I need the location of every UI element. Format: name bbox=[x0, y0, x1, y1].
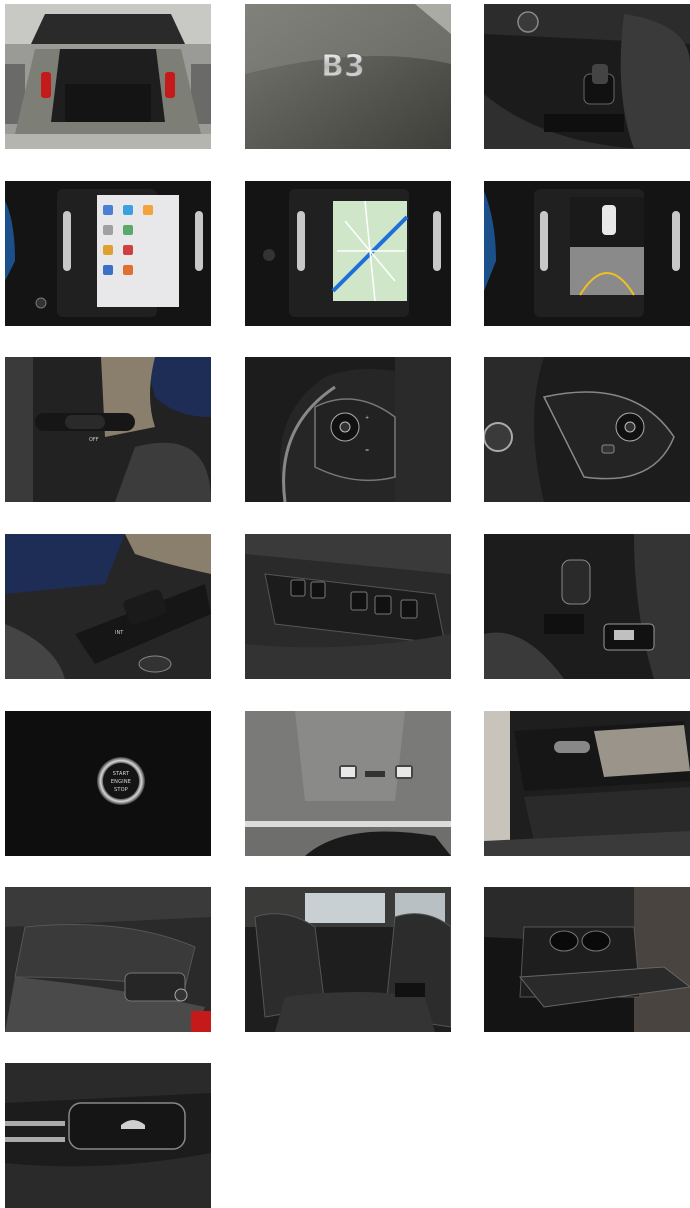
photo-wiper-stalk[interactable]: INT bbox=[5, 534, 211, 679]
photo-steering-wheel-left-controls[interactable]: + = bbox=[245, 357, 451, 502]
photo-b3-badge[interactable]: B3 bbox=[245, 4, 451, 149]
engine-button-line3: STOP bbox=[114, 787, 128, 793]
photo-tailgate-button[interactable] bbox=[5, 1063, 211, 1208]
photo-front-seat-controls[interactable] bbox=[5, 887, 211, 1032]
photo-infotainment-apps[interactable] bbox=[5, 181, 211, 326]
photo-start-stop-button[interactable]: START ENGINE STOP bbox=[5, 711, 211, 856]
gear-selector-console-image bbox=[484, 4, 690, 149]
photo-overhead-console[interactable] bbox=[245, 711, 451, 856]
infotainment-apps-image bbox=[5, 181, 211, 326]
photo-rear-seats[interactable] bbox=[245, 887, 451, 1032]
svg-text:+: + bbox=[365, 415, 369, 421]
open-trunk-image bbox=[5, 4, 211, 149]
front-seat-controls-image bbox=[5, 887, 211, 1032]
photo-door-panel[interactable] bbox=[484, 711, 690, 856]
steering-wheel-left-controls-image: + = bbox=[245, 357, 451, 502]
engine-button-line1: START bbox=[113, 771, 130, 777]
svg-text:=: = bbox=[365, 448, 369, 454]
photo-gear-selector-console[interactable] bbox=[484, 4, 690, 149]
rear-armrest-cupholders-image bbox=[484, 887, 690, 1032]
photo-left-stalk[interactable]: OFF bbox=[5, 357, 211, 502]
tailgate-button-image bbox=[5, 1063, 211, 1208]
b3-badge-image: B3 bbox=[245, 4, 451, 149]
photo-steering-wheel-right-controls[interactable] bbox=[484, 357, 690, 502]
rear-seats-image bbox=[245, 887, 451, 1032]
photo-gear-lever[interactable] bbox=[484, 534, 690, 679]
door-panel-image bbox=[484, 711, 690, 856]
left-stalk-image: OFF bbox=[5, 357, 211, 502]
photo-infotainment-map[interactable] bbox=[245, 181, 451, 326]
infotainment-map-image bbox=[245, 181, 451, 326]
stalk-label-left: INT bbox=[115, 630, 124, 636]
window-switches-image bbox=[245, 534, 451, 679]
photo-open-trunk[interactable] bbox=[5, 4, 211, 149]
photo-rear-armrest-cupholders[interactable] bbox=[484, 887, 690, 1032]
badge-text: B3 bbox=[321, 49, 365, 84]
wiper-stalk-image: INT bbox=[5, 534, 211, 679]
start-stop-button-image: START ENGINE STOP bbox=[5, 711, 211, 856]
steering-wheel-right-controls-image bbox=[484, 357, 690, 502]
engine-button-line2: ENGINE bbox=[111, 779, 131, 785]
photo-gallery: B3 OFF + = INT START ENGINE STOP bbox=[0, 0, 690, 1208]
stalk-label-right: OFF bbox=[89, 437, 99, 443]
infotainment-camera-image bbox=[484, 181, 690, 326]
gear-lever-image bbox=[484, 534, 690, 679]
overhead-console-image bbox=[245, 711, 451, 856]
photo-infotainment-camera[interactable] bbox=[484, 181, 690, 326]
photo-window-switches[interactable] bbox=[245, 534, 451, 679]
